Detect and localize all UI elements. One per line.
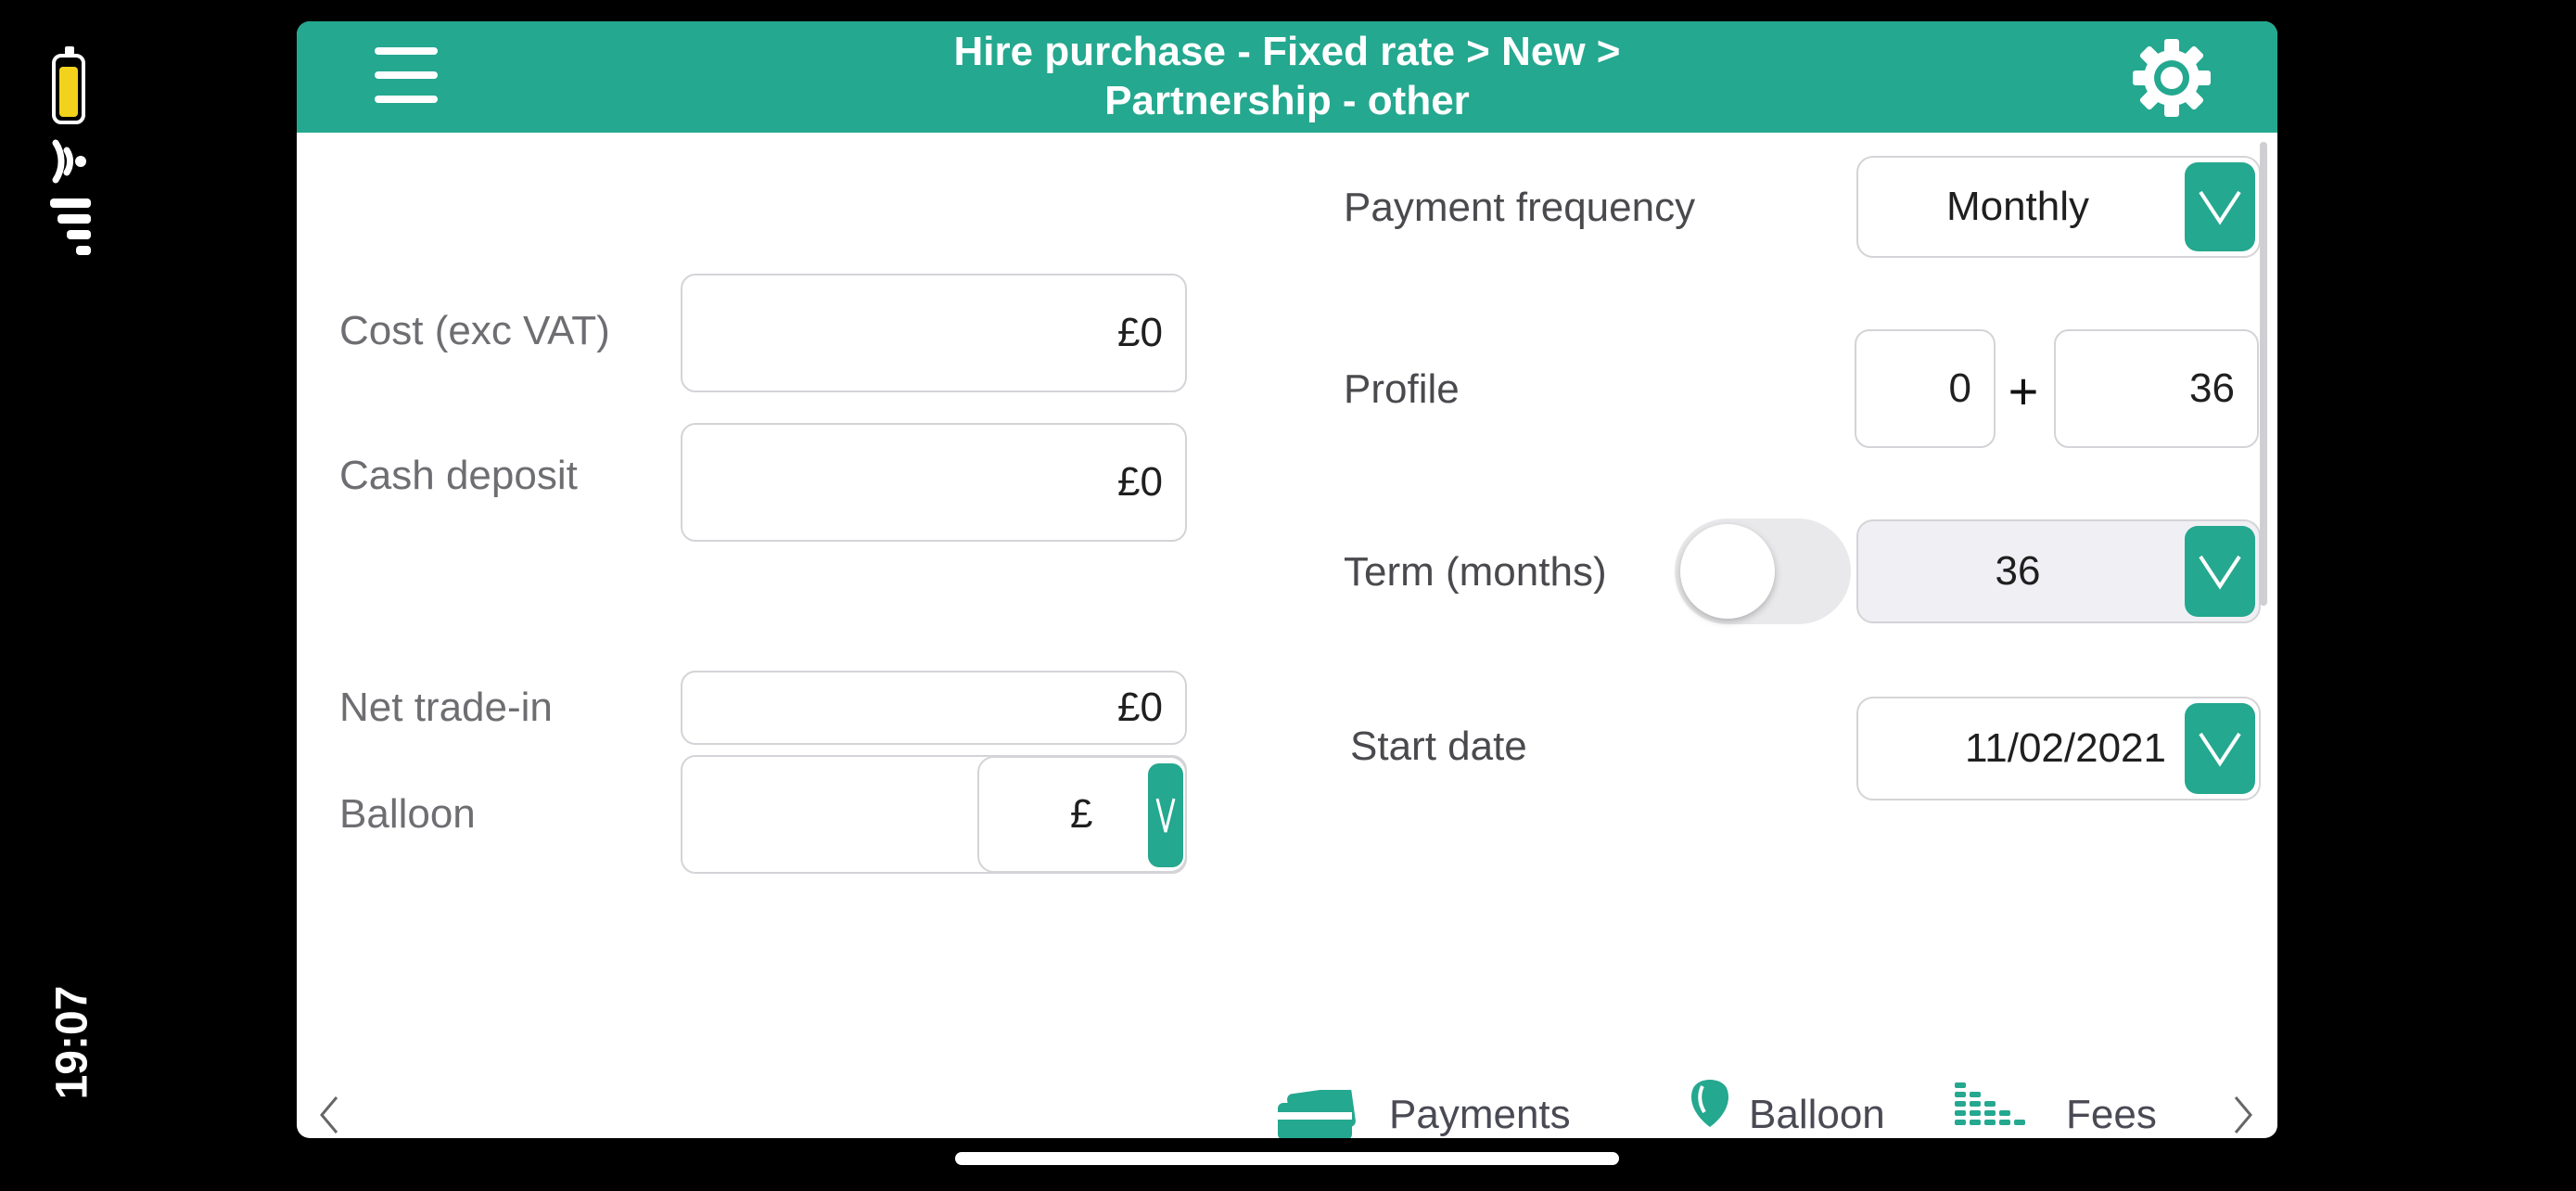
tab-payments-label: Payments: [1389, 1092, 1571, 1137]
profile-regular-field[interactable]: 36: [2054, 329, 2259, 448]
deposit-field[interactable]: £0: [681, 423, 1187, 542]
tab-fees[interactable]: Fees: [1955, 1079, 2168, 1138]
page-title: Hire purchase - Fixed rate > New > Partn…: [575, 27, 1999, 125]
home-indicator[interactable]: [955, 1152, 1619, 1165]
gear-icon[interactable]: [2131, 37, 2213, 119]
profile-upfront-field[interactable]: 0: [1855, 329, 1996, 448]
balloon-unit-select[interactable]: £: [977, 756, 1187, 873]
balloon-label: Balloon: [339, 791, 476, 837]
header-bar: Hire purchase - Fixed rate > New > Partn…: [297, 21, 2277, 133]
term-select[interactable]: 36: [1856, 519, 2261, 623]
chevron-left-icon[interactable]: [319, 1095, 339, 1134]
scrollbar[interactable]: [2260, 142, 2267, 606]
frequency-select[interactable]: Monthly: [1856, 156, 2261, 258]
chevron-down-icon: [1155, 798, 1176, 833]
frequency-dropdown-button[interactable]: [2185, 162, 2255, 251]
profile-regular-value: 36: [2189, 365, 2235, 411]
status-time: 19:07: [47, 985, 97, 1100]
tab-balloon[interactable]: Balloon: [1688, 1079, 1910, 1138]
bottom-tab-bar: Payments Balloon Fees: [297, 1079, 2277, 1138]
hamburger-menu-icon[interactable]: [375, 47, 438, 103]
coin-stacks-icon: [1955, 1082, 2025, 1125]
tradein-value: £0: [1117, 685, 1163, 730]
cost-field[interactable]: £0: [681, 274, 1187, 392]
frequency-value: Monthly: [1945, 184, 2090, 229]
profile-upfront-value: 0: [1948, 365, 1971, 411]
deposit-label: Cash deposit: [339, 453, 578, 498]
balloon-unit-dropdown-button[interactable]: [1148, 763, 1183, 867]
tab-balloon-label: Balloon: [1749, 1092, 1885, 1137]
tab-fees-label: Fees: [2066, 1092, 2157, 1137]
start-date-select[interactable]: 11/02/2021: [1856, 697, 2261, 800]
chevron-right-icon[interactable]: [2233, 1095, 2253, 1134]
cost-value: £0: [1117, 310, 1163, 355]
term-value: 36: [1995, 548, 2041, 594]
wifi-icon: [52, 139, 86, 184]
profile-plus-sign: +: [2008, 362, 2039, 420]
tradein-label: Net trade-in: [339, 685, 553, 730]
term-dropdown-button[interactable]: [2185, 526, 2255, 617]
start-date-label: Start date: [1350, 724, 1527, 769]
credit-card-icon: [1278, 1090, 1356, 1138]
chevron-down-icon: [2199, 190, 2241, 225]
cost-label: Cost (exc VAT): [339, 308, 610, 353]
title-line-2: Partnership - other: [1104, 78, 1470, 123]
tab-payments[interactable]: Payments: [1278, 1079, 1571, 1138]
frequency-label: Payment frequency: [1344, 185, 1696, 230]
profile-label: Profile: [1344, 366, 1460, 412]
cellular-signal-icon: [50, 198, 91, 255]
term-label: Term (months): [1344, 549, 1607, 595]
toggle-knob: [1680, 524, 1775, 619]
deposit-value: £0: [1117, 459, 1163, 505]
chevron-down-icon: [2199, 732, 2241, 767]
title-line-1: Hire purchase - Fixed rate > New >: [953, 29, 1621, 74]
app-window: Hire purchase - Fixed rate > New > Partn…: [297, 21, 2277, 1138]
term-toggle[interactable]: [1675, 519, 1851, 624]
battery-icon: [52, 46, 85, 124]
tradein-field[interactable]: £0: [681, 671, 1187, 745]
balloon-icon: [1691, 1080, 1728, 1127]
start-date-picker-button[interactable]: [2185, 703, 2255, 794]
balloon-unit-label: £: [1070, 791, 1093, 837]
chevron-down-icon: [2199, 555, 2241, 590]
start-date-value: 11/02/2021: [1965, 725, 2166, 771]
